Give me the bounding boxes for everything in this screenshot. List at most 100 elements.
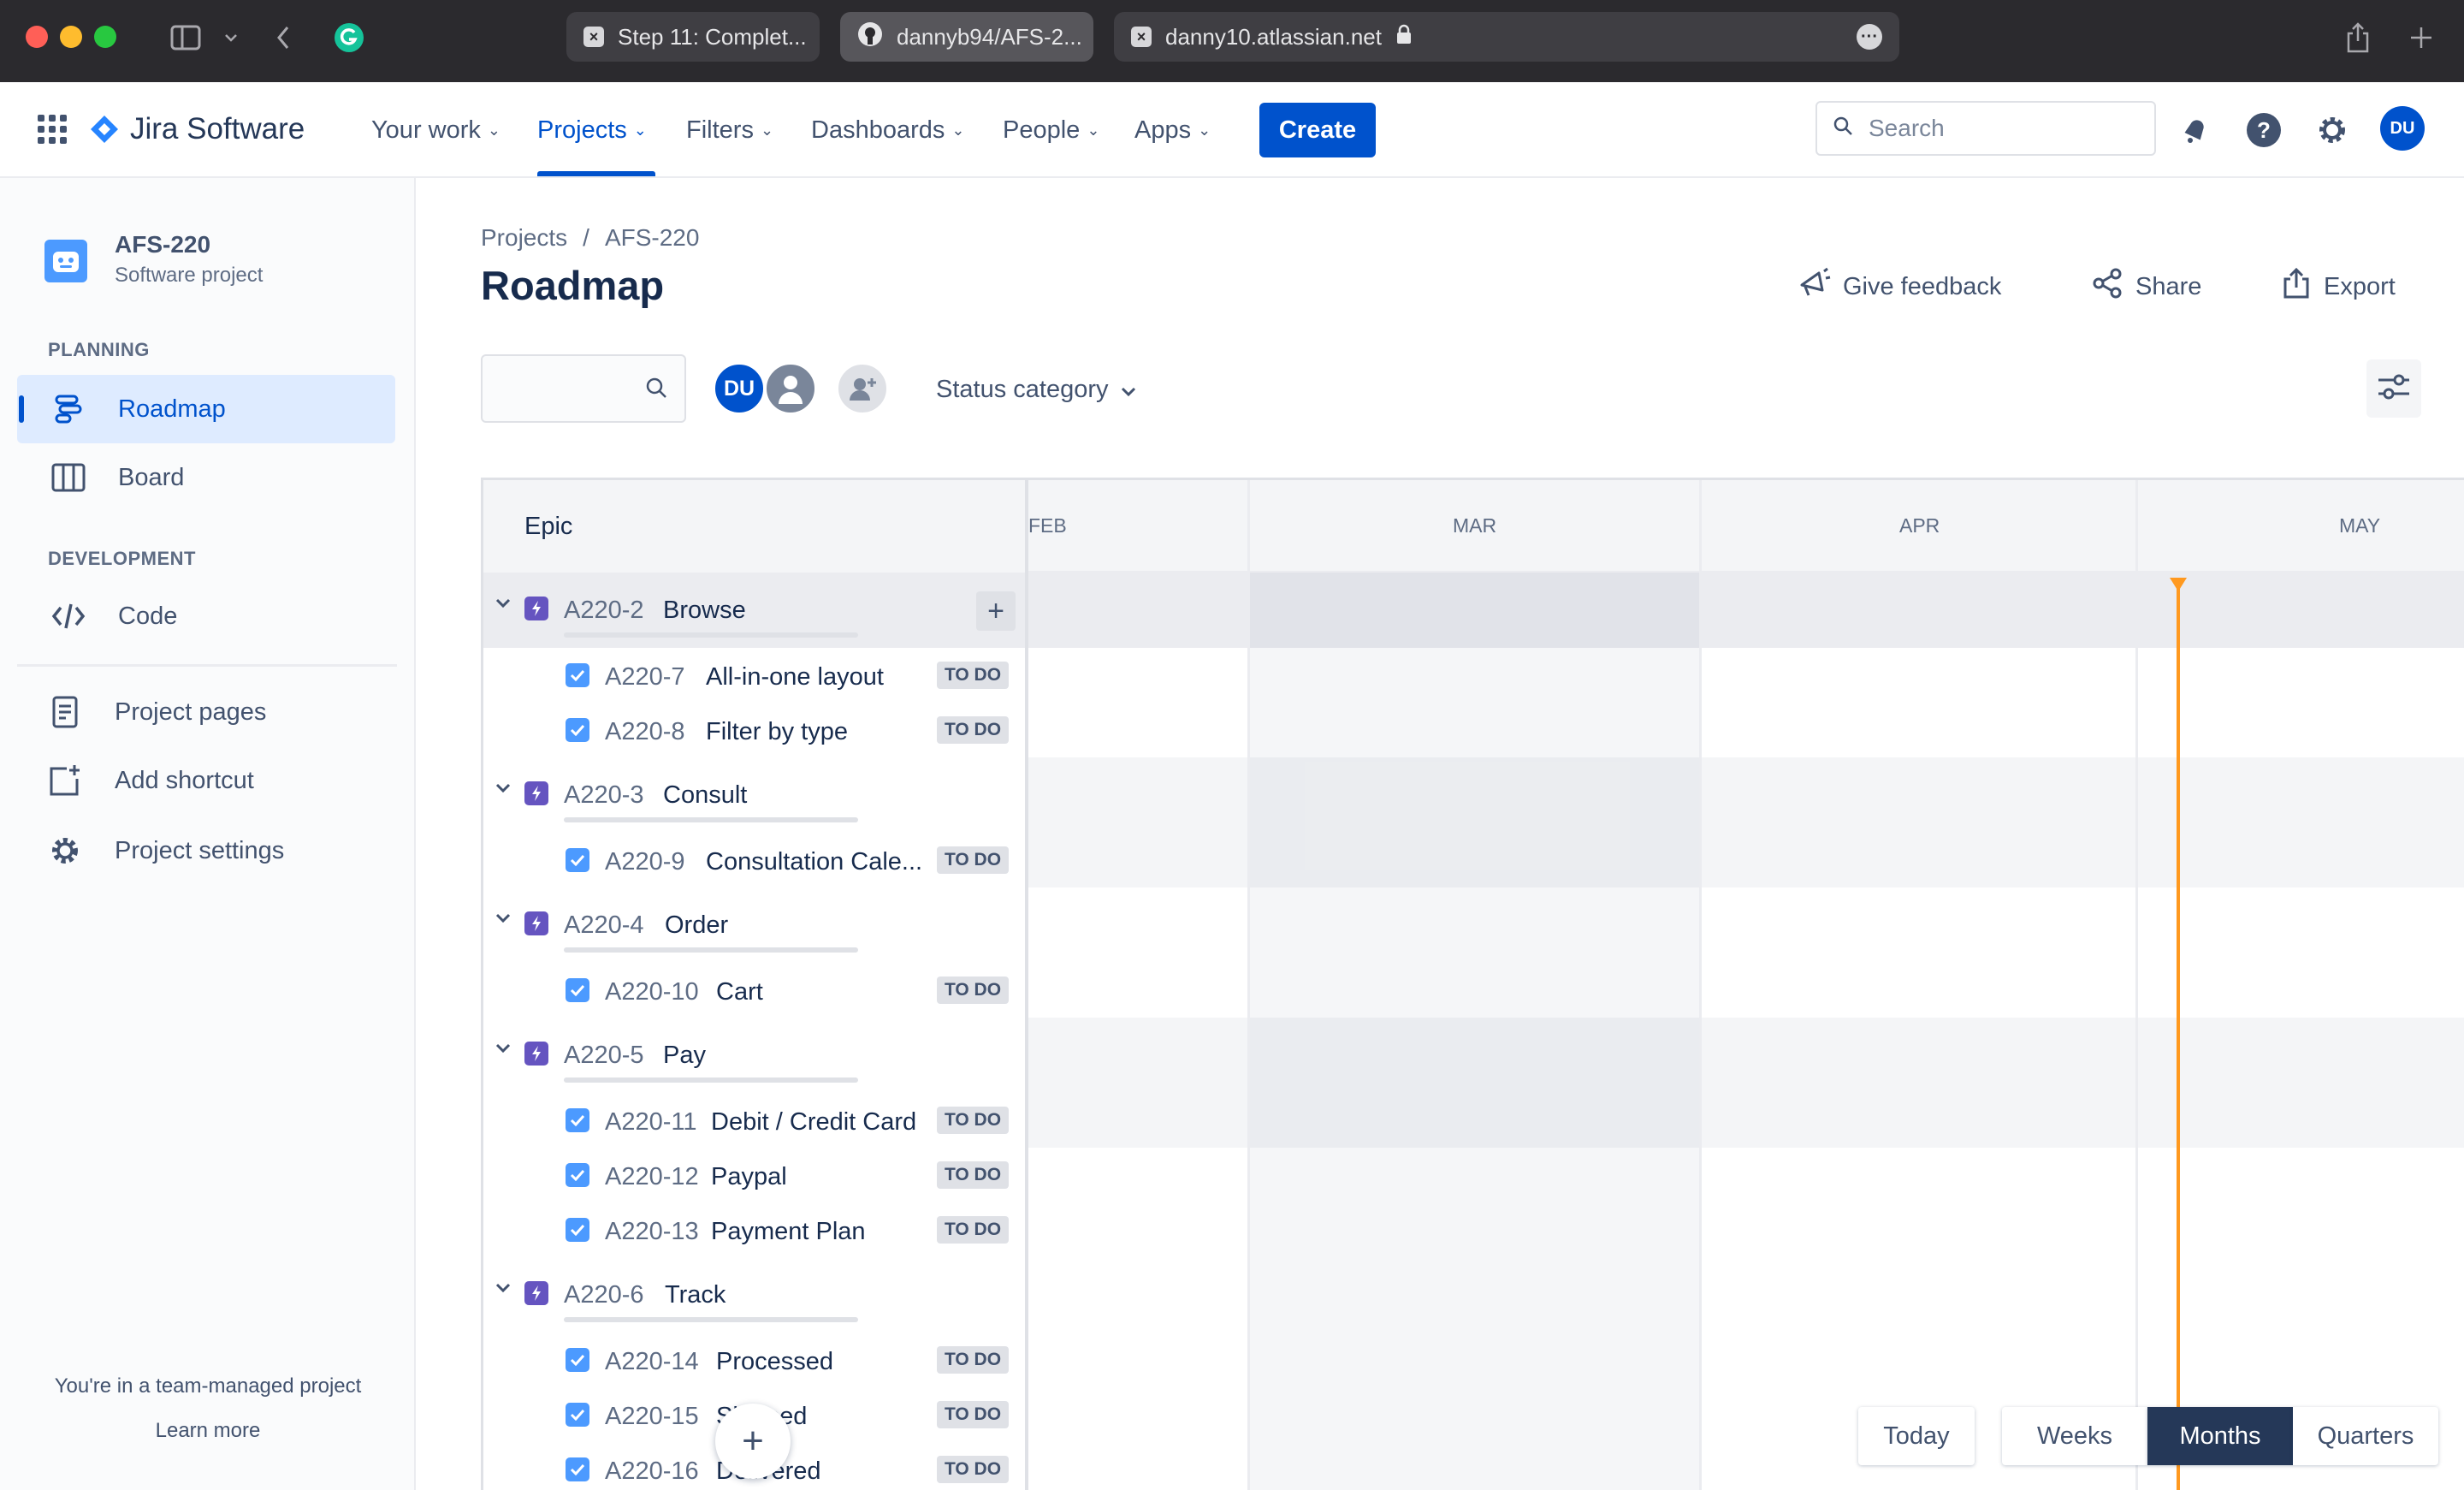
issue-key[interactable]: A220-4 xyxy=(564,911,644,940)
issue-key[interactable]: A220-10 xyxy=(605,978,699,1006)
epic-title[interactable]: Browse xyxy=(663,597,746,625)
add-people-icon[interactable] xyxy=(835,361,890,416)
search-input[interactable]: Search xyxy=(1815,101,2156,156)
months-button[interactable]: Months xyxy=(2147,1407,2293,1465)
epic-row[interactable]: A220-4 Order xyxy=(483,887,1025,963)
nav-people[interactable]: People ⌄ xyxy=(1003,108,1099,152)
collapse-chevron-icon[interactable] xyxy=(495,910,511,928)
issue-title[interactable]: Debit / Credit Card xyxy=(711,1108,916,1137)
sidebar-item-roadmap[interactable]: Roadmap xyxy=(17,375,395,443)
new-tab-icon[interactable] xyxy=(2402,19,2440,56)
issue-key[interactable]: A220-12 xyxy=(605,1163,699,1191)
nav-dashboards[interactable]: Dashboards ⌄ xyxy=(811,108,964,152)
epic-row[interactable]: A220-2 Browse + xyxy=(483,573,1025,648)
app-switcher-icon[interactable] xyxy=(38,115,67,144)
issue-key[interactable]: A220-15 xyxy=(605,1403,699,1431)
child-issue-row[interactable]: A220-8 Filter by type TO DO xyxy=(483,703,1025,757)
create-issue-button[interactable]: + xyxy=(715,1404,791,1479)
issue-key[interactable]: A220-3 xyxy=(564,781,644,810)
close-window-button[interactable] xyxy=(26,26,48,48)
epic-title[interactable]: Order xyxy=(665,911,728,940)
timeline-epic-row[interactable] xyxy=(1028,573,2464,648)
add-child-issue-button[interactable]: + xyxy=(976,591,1016,631)
more-options-icon[interactable]: ··· xyxy=(1857,24,1882,50)
help-icon[interactable]: ? xyxy=(2240,106,2288,154)
status-category-filter[interactable]: Status category xyxy=(936,370,1136,409)
child-issue-row[interactable]: A220-10 Cart TO DO xyxy=(483,963,1025,1018)
child-issue-row[interactable]: A220-12 Paypal TO DO xyxy=(483,1148,1025,1202)
breadcrumb-project[interactable]: AFS-220 xyxy=(605,224,700,252)
issue-title[interactable]: Payment Plan xyxy=(711,1218,866,1246)
collapse-chevron-icon[interactable] xyxy=(495,1040,511,1058)
epic-row[interactable]: A220-3 Consult xyxy=(483,757,1025,833)
collapse-chevron-icon[interactable] xyxy=(495,1279,511,1297)
chevron-down-icon[interactable] xyxy=(219,19,243,56)
issue-key[interactable]: A220-6 xyxy=(564,1281,644,1309)
issue-key[interactable]: A220-9 xyxy=(605,848,685,876)
issue-title[interactable]: Filter by type xyxy=(706,718,848,746)
child-issue-row[interactable]: A220-14 Processed TO DO xyxy=(483,1333,1025,1387)
share-icon[interactable] xyxy=(2339,19,2377,56)
today-button[interactable]: Today xyxy=(1858,1407,1975,1465)
sidebar-item-project-pages[interactable]: Project pages xyxy=(17,678,395,746)
issue-key[interactable]: A220-8 xyxy=(605,718,685,746)
epic-title[interactable]: Pay xyxy=(663,1042,706,1070)
issue-key[interactable]: A220-7 xyxy=(605,663,685,692)
issue-title[interactable]: Cart xyxy=(716,978,763,1006)
close-icon[interactable]: × xyxy=(1131,27,1152,47)
project-avatar-icon[interactable] xyxy=(44,240,87,282)
timeline-epic-row[interactable] xyxy=(1028,1018,2464,1148)
nav-projects[interactable]: Projects ⌄ xyxy=(537,108,647,152)
address-bar[interactable]: × danny10.atlassian.net ··· xyxy=(1114,12,1899,62)
nav-apps[interactable]: Apps ⌄ xyxy=(1134,108,1211,152)
issue-key[interactable]: A220-5 xyxy=(564,1042,644,1070)
weeks-button[interactable]: Weeks xyxy=(2002,1407,2147,1465)
learn-more-link[interactable]: Learn more xyxy=(0,1419,416,1443)
issue-key[interactable]: A220-2 xyxy=(564,597,644,625)
issue-key[interactable]: A220-16 xyxy=(605,1457,699,1486)
sidebar-item-project-settings[interactable]: Project settings xyxy=(17,816,395,885)
child-issue-row[interactable]: A220-13 Payment Plan TO DO xyxy=(483,1202,1025,1257)
back-icon[interactable] xyxy=(270,19,296,56)
zoom-window-button[interactable] xyxy=(94,26,116,48)
give-feedback-button[interactable]: Give feedback xyxy=(1797,265,2001,308)
sidebar-toggle-icon[interactable] xyxy=(168,19,204,56)
notifications-icon[interactable] xyxy=(2171,106,2219,154)
quarters-button[interactable]: Quarters xyxy=(2293,1407,2438,1465)
close-icon[interactable]: × xyxy=(583,27,604,47)
assignee-filter-avatar[interactable]: DU xyxy=(712,361,767,416)
issue-key[interactable]: A220-14 xyxy=(605,1348,699,1376)
issue-title[interactable]: Paypal xyxy=(711,1163,787,1191)
child-issue-row[interactable]: A220-11 Debit / Credit Card TO DO xyxy=(483,1093,1025,1148)
child-issue-row[interactable]: A220-9 Consultation Cale... TO DO xyxy=(483,833,1025,887)
nav-filters[interactable]: Filters ⌄ xyxy=(686,108,773,152)
issue-title[interactable]: Consultation Cale... xyxy=(706,848,922,876)
epic-title[interactable]: Consult xyxy=(663,781,747,810)
browser-tab[interactable]: × Step 11: Complet... xyxy=(566,12,820,62)
project-name[interactable]: AFS-220 xyxy=(115,231,210,258)
browser-tab-active[interactable]: dannyb94/AFS-2... xyxy=(840,12,1093,62)
view-settings-button[interactable] xyxy=(2366,359,2421,418)
sidebar-item-code[interactable]: Code xyxy=(17,582,395,650)
minimize-window-button[interactable] xyxy=(60,26,82,48)
collapse-chevron-icon[interactable] xyxy=(495,780,511,798)
collapse-chevron-icon[interactable] xyxy=(495,595,511,613)
export-button[interactable]: Export xyxy=(2281,265,2396,308)
jira-logo[interactable]: Jira Software xyxy=(89,108,305,151)
settings-gear-icon[interactable] xyxy=(2308,106,2356,154)
sidebar-item-board[interactable]: Board xyxy=(17,443,395,512)
epic-row[interactable]: A220-5 Pay xyxy=(483,1018,1025,1093)
sidebar-item-add-shortcut[interactable]: Add shortcut xyxy=(17,746,395,815)
share-button[interactable]: Share xyxy=(2091,265,2201,308)
user-avatar[interactable]: DU xyxy=(2380,106,2425,151)
epic-row[interactable]: A220-6 Track xyxy=(483,1257,1025,1333)
roadmap-search-input[interactable] xyxy=(481,354,686,423)
child-issue-row[interactable]: A220-7 All-in-one layout TO DO xyxy=(483,648,1025,703)
create-button[interactable]: Create xyxy=(1259,103,1376,157)
timeline-epic-row[interactable] xyxy=(1028,757,2464,887)
issue-key[interactable]: A220-11 xyxy=(605,1108,697,1137)
issue-title[interactable]: Processed xyxy=(716,1348,833,1376)
grammarly-icon[interactable] xyxy=(330,19,368,56)
nav-your-work[interactable]: Your work ⌄ xyxy=(371,108,500,152)
breadcrumb-projects[interactable]: Projects xyxy=(481,224,567,252)
